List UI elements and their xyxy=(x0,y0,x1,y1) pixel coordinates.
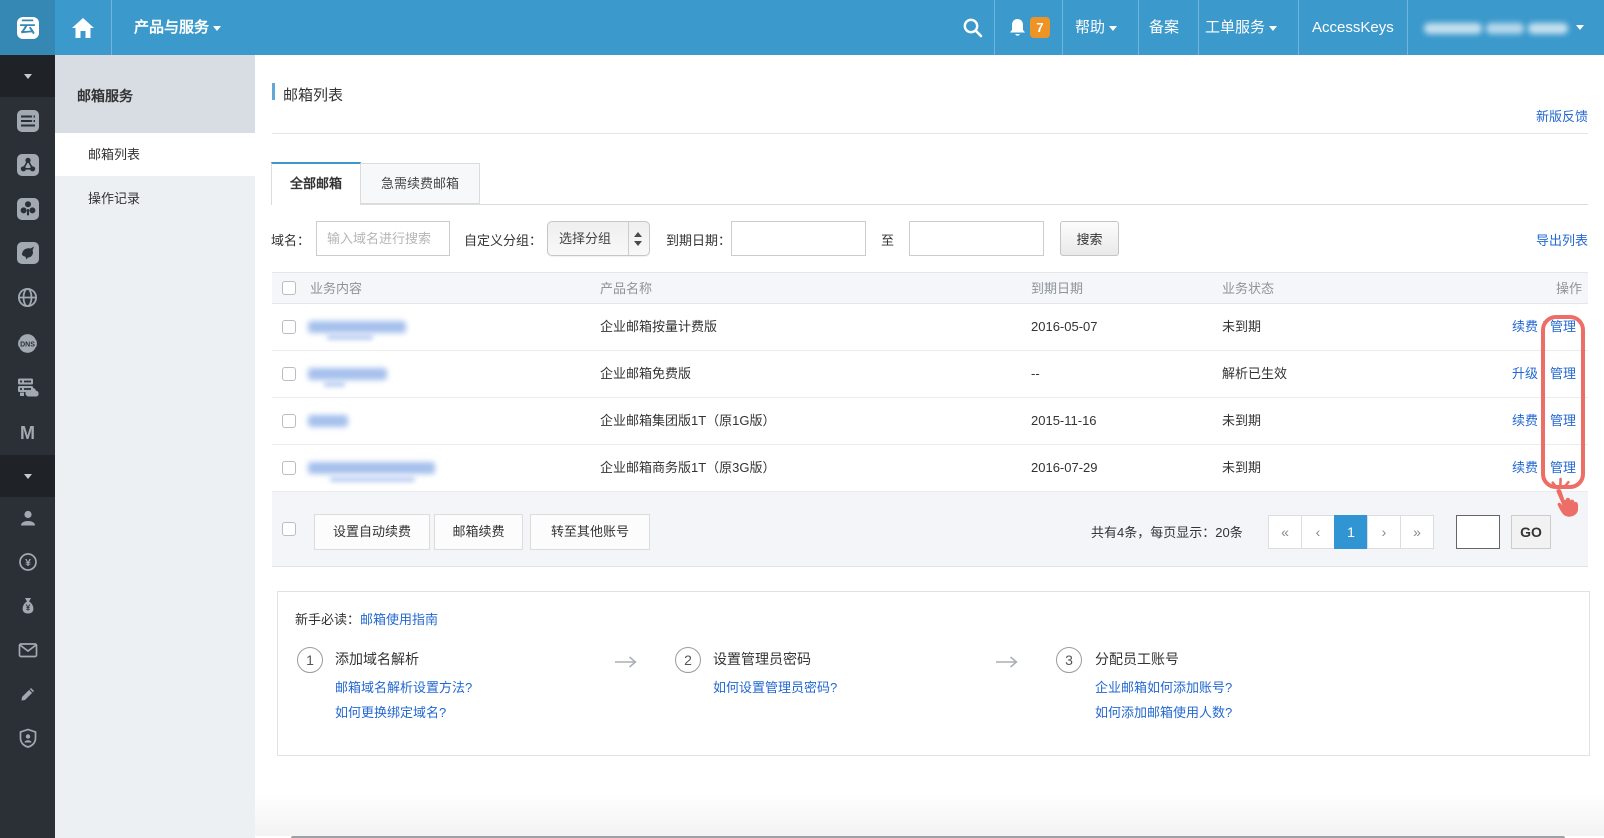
svg-text:¥: ¥ xyxy=(25,557,31,569)
svg-text:DNS: DNS xyxy=(20,341,35,348)
svg-text:¥: ¥ xyxy=(26,604,31,613)
